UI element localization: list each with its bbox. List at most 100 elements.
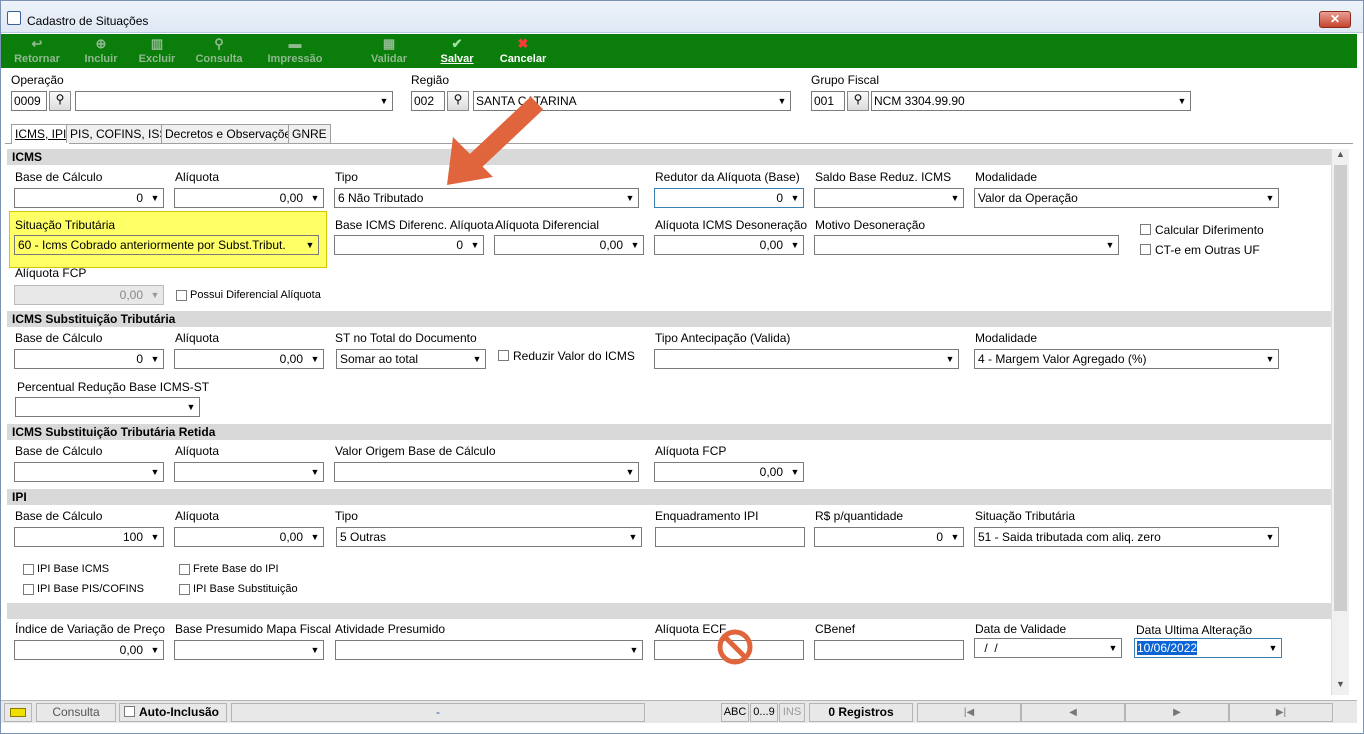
icms-modalidade-select[interactable]: Valor da Operação ▼ [974,188,1279,208]
nav-next-button[interactable]: ▶ [1125,703,1229,722]
icms-section-title: ICMS [7,149,1331,165]
calc-diferimento-checkbox[interactable] [1140,224,1151,235]
vertical-scrollbar[interactable]: ▲ ▼ [1331,149,1349,695]
icms-aliquota-select[interactable]: 0,00 ▼ [174,188,324,208]
chevron-down-icon: ▼ [186,402,196,412]
chevron-down-icon: ▼ [777,96,787,106]
impressao-button[interactable]: ▬ Impressão [261,34,329,68]
aliq-dif-select[interactable]: 0,00 ▼ [494,235,644,255]
scrollbar-thumb[interactable] [1334,165,1347,611]
retida-fcp-label: Alíquota FCP [655,444,727,458]
chevron-down-icon: ▼ [1268,643,1278,653]
tab-pis-cofins-iss[interactable]: PIS, COFINS, ISS [66,124,172,143]
possui-dif-checkbox[interactable] [176,290,187,301]
retida-base-select[interactable]: ▼ [14,462,164,482]
chevron-down-icon: ▼ [305,240,315,250]
retida-aliq-select[interactable]: ▼ [174,462,324,482]
auto-inclusao-toggle[interactable]: Auto-Inclusão [119,703,227,722]
consulta-button[interactable]: ⚲ Consulta [191,34,247,68]
operacao-code-input[interactable]: 0009 [11,91,47,111]
chevron-down-icon: ▼ [629,645,639,655]
incluir-button[interactable]: ⊕ Incluir [79,34,123,68]
retornar-button[interactable]: ↩ Retornar [9,34,65,68]
excluir-button[interactable]: ▥ Excluir [135,34,179,68]
chevron-down-icon: ▼ [1265,354,1275,364]
atividade-label: Atividade Presumido [335,622,446,636]
frete-base-checkbox[interactable] [179,564,190,575]
data-validade-label: Data de Validade [975,622,1067,636]
nav-last-button[interactable]: ▶| [1229,703,1333,722]
ipi-aliq-select[interactable]: 0,00 ▼ [174,527,324,547]
redutor-select[interactable]: 0 ▼ [654,188,804,208]
ipi-situacao-select[interactable]: 51 - Saida tributada com aliq. zero ▼ [974,527,1279,547]
base-presumido-select[interactable]: ▼ [174,640,324,660]
enquadramento-label: Enquadramento IPI [655,509,759,523]
nav-prev-button[interactable]: ◀ [1021,703,1125,722]
folder-icon-button[interactable] [4,703,32,722]
auto-inclusao-checkbox[interactable] [124,706,135,717]
rs-quantidade-select[interactable]: 0 ▼ [814,527,964,547]
status-ins: INS [779,703,805,722]
tab-icms-ipi[interactable]: ICMS, IPI [11,124,71,144]
indice-select[interactable]: 0,00 ▼ [14,640,164,660]
st-total-select[interactable]: Somar ao total ▼ [336,349,486,369]
antecip-select[interactable]: ▼ [654,349,959,369]
ipi-base-icms-checkbox[interactable] [23,564,34,575]
operacao-desc-select[interactable]: ▼ [75,91,393,111]
antecip-label: Tipo Antecipação (Valida) [655,331,791,345]
motivo-select[interactable]: ▼ [814,235,1119,255]
st-base-select[interactable]: 0 ▼ [14,349,164,369]
data-validade-select[interactable]: / / ▼ [974,638,1122,658]
tab-gnre[interactable]: GNRE [288,124,331,143]
status-consulta[interactable]: Consulta [36,703,116,722]
scroll-down-icon[interactable]: ▼ [1336,679,1345,689]
tab-decretos[interactable]: Decretos e Observações [161,124,302,143]
icms-base-select[interactable]: 0 ▼ [14,188,164,208]
cbenef-input[interactable] [814,640,964,660]
return-icon: ↩ [31,36,43,51]
nav-first-button[interactable]: |◀ [917,703,1021,722]
ipi-base-select[interactable]: 100 ▼ [14,527,164,547]
regiao-label: Região [411,73,450,87]
data-ultima-select[interactable]: 10/06/2022 ▼ [1134,638,1282,658]
validate-icon: ▦ [382,36,396,51]
retida-fcp-select[interactable]: 0,00 ▼ [654,462,804,482]
grupo-code-input[interactable]: 001 [811,91,845,111]
grupo-search-button[interactable]: ⚲ [847,91,869,111]
st-aliq-select[interactable]: 0,00 ▼ [174,349,324,369]
reduzir-icms-checkbox[interactable] [498,350,509,361]
rs-quantidade-label: R$ p/quantidade [815,509,904,523]
valor-origem-select[interactable]: ▼ [334,462,639,482]
aliq-fcp-select[interactable]: 0,00 ▼ [14,285,164,305]
ipi-situacao-label: Situação Tributária [975,509,1076,523]
aliq-fcp-label: Alíquota FCP [15,266,87,280]
possui-dif-label: Possui Diferencial Alíquota [190,289,321,301]
ipi-base-pis-checkbox[interactable] [23,584,34,595]
enquadramento-input[interactable] [655,527,805,547]
operacao-search-button[interactable]: ⚲ [49,91,71,111]
grupo-desc-select[interactable]: NCM 3304.99.90 ▼ [871,91,1191,111]
cte-outras-checkbox[interactable] [1140,244,1151,255]
saldo-select[interactable]: ▼ [814,188,964,208]
aliq-deson-select[interactable]: 0,00 ▼ [654,235,804,255]
perc-reducao-select[interactable]: ▼ [15,397,200,417]
base-dif-select[interactable]: 0 ▼ [334,235,484,255]
outros-section-bar [7,603,1331,619]
ipi-tipo-select[interactable]: 5 Outras ▼ [336,527,642,547]
regiao-code-input[interactable]: 002 [411,91,445,111]
ipi-base-subst-checkbox[interactable] [179,584,190,595]
forbidden-cursor-icon [717,629,753,665]
ipi-base-label: Base de Cálculo [15,509,103,523]
atividade-select[interactable]: ▼ [335,640,643,660]
situacao-select[interactable]: 60 - Icms Cobrado anteriormente por Subs… [14,235,319,255]
validar-button[interactable]: ▦ Validar [367,34,411,68]
ipi-base-subst-label: IPI Base Substituição [193,583,298,595]
scroll-up-icon[interactable]: ▲ [1336,149,1345,159]
st-modalidade-select[interactable]: 4 - Margem Valor Agregado (%) ▼ [974,349,1279,369]
grupo-fiscal-label: Grupo Fiscal [811,73,880,87]
cancelar-button[interactable]: ✖ Cancelar [495,34,551,68]
close-button[interactable]: ✕ [1319,11,1351,28]
chevron-down-icon: ▼ [310,467,320,477]
retida-aliq-label: Alíquota [175,444,220,458]
salvar-button[interactable]: ✔ Salvar [435,34,479,68]
